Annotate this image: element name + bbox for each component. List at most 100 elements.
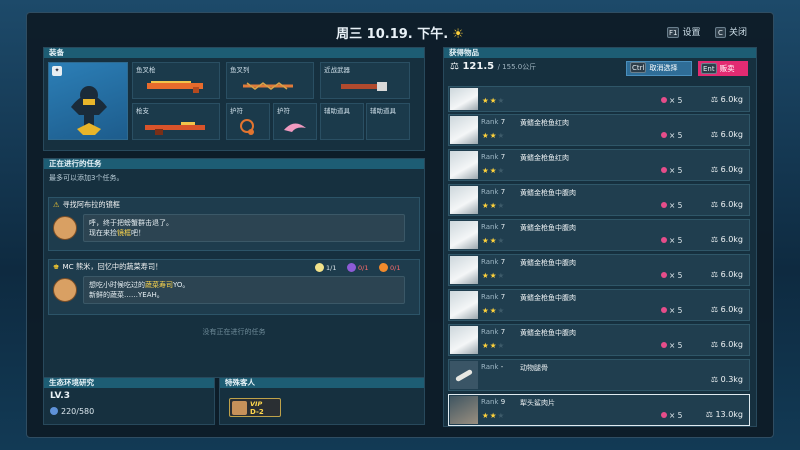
quantity-icon: [661, 97, 667, 103]
item-name: 犁头鲨肉片: [520, 399, 555, 407]
date-label: 周三 10.19. 下午.: [336, 27, 449, 42]
avatar: [53, 278, 77, 302]
item-quantity: × 5: [661, 236, 682, 245]
item-weight: ⚖ 13.0kg: [705, 410, 743, 419]
loot-item-row[interactable]: Rank 7 黄鳍金枪鱼红肉 ★★★ × 5 ⚖ 6.0kg: [448, 149, 750, 181]
cancel-key-hint: Ctrl: [630, 62, 647, 73]
item-quality-stars: ★★★: [482, 271, 506, 280]
item-quantity: × 5: [661, 166, 682, 175]
item-name: 黄鳍金枪鱼中腹肉: [520, 294, 576, 302]
fish-meat-thumbnail: [450, 116, 478, 144]
obtained-items-panel: 获得物品 ⚖ 121.5 / 155.0公斤 Ctrl 取消选择 Ent 贩卖 ★★…: [443, 47, 757, 427]
loot-item-row[interactable]: Rank 7 黄鳍金枪鱼中腹肉 ★★★ × 5 ⚖ 6.0kg: [448, 324, 750, 356]
item-quantity: × 5: [661, 271, 682, 280]
task-1-line-1: 呼，终于把螃蟹群击退了。: [89, 219, 173, 227]
task-2-line-2: 新鲜的蔬菜……YEAH。: [89, 291, 164, 299]
loot-item-row[interactable]: Rank 7 黄鳍金枪鱼中腹肉 ★★★ × 5 ⚖ 6.0kg: [448, 289, 750, 321]
fish-meat-thumbnail: [450, 151, 478, 179]
fish-meat-thumbnail: [450, 186, 478, 214]
ecology-research-panel[interactable]: 生态环境研究 LV.3 220/580: [43, 377, 215, 425]
task-2-line-1: 想吃小时候吃过的蔬菜寿司YO。: [89, 281, 190, 289]
loot-item-row[interactable]: Rank 7 黄鳍金枪鱼中腹肉 ★★★ × 5 ⚖ 6.0kg: [448, 184, 750, 216]
loot-item-row[interactable]: Rank 7 黄鳍金枪鱼中腹肉 ★★★ × 5 ⚖ 6.0kg: [448, 254, 750, 286]
item-name: 黄鳍金枪鱼中腹肉: [520, 259, 576, 267]
inventory-window: 周三 10.19. 下午.☀ F1设置 C关闭 装备 ✦ 鱼叉枪 鱼叉列: [26, 12, 774, 438]
gun-slot[interactable]: 枪支: [132, 103, 220, 140]
fish-meat-thumbnail: [450, 291, 478, 319]
item-name: 黄鳍金枪鱼中腹肉: [520, 189, 576, 197]
task-1-dialog: 呼，终于把螃蟹群击退了。 现在来捡镜框吧！: [83, 214, 405, 242]
close-button[interactable]: C 关闭: [715, 25, 747, 38]
item-weight: ⚖ 6.0kg: [710, 95, 743, 104]
special-guest-panel[interactable]: 特殊客人 VIP D-2: [219, 377, 425, 425]
item-quality-stars: ★★★: [482, 236, 506, 245]
tasks-title: 正在进行的任务: [44, 159, 424, 169]
melee-weapon-slot[interactable]: 近战武器: [320, 62, 410, 99]
item-quality-stars: ★★★: [482, 131, 506, 140]
loot-item-row[interactable]: Rank 9 犁头鲨肉片 ★★★ × 5 ⚖ 13.0kg: [448, 394, 750, 426]
harpoon-gun-label: 鱼叉枪: [136, 66, 156, 74]
quantity-icon: [661, 272, 667, 278]
item-rank: Rank 7: [481, 293, 506, 301]
item-weight: ⚖ 6.0kg: [710, 305, 743, 314]
task-1-title-text: 寻找阿布拉的镜框: [62, 200, 120, 209]
loot-item-row[interactable]: ★★★ × 5 ⚖ 6.0kg: [448, 86, 750, 112]
requirement-vegetable: 0/1: [347, 263, 368, 272]
item-quantity: × 5: [661, 96, 682, 105]
task-card-2[interactable]: ♚ MC 熊米，回忆中的蔬菜寿司！ 1/1 0/1 0/1 想吃小时候吃过的蔬菜寿…: [48, 259, 420, 315]
fish-meat-thumbnail: [450, 88, 478, 110]
character-equipment-slot[interactable]: ✦: [48, 62, 128, 140]
harpoon-gun-slot[interactable]: 鱼叉枪: [132, 62, 220, 99]
vip-guest-card[interactable]: VIP D-2: [229, 398, 281, 417]
loot-item-row[interactable]: Rank 7 黄鳍金枪鱼红肉 ★★★ × 5 ⚖ 6.0kg: [448, 114, 750, 146]
avatar: [53, 216, 77, 240]
item-name: 黄鳍金枪鱼红肉: [520, 119, 569, 127]
item-weight: ⚖ 0.3kg: [710, 375, 743, 384]
item-rank: Rank 7: [481, 258, 506, 266]
task-card-1[interactable]: ⚠ 寻找阿布拉的镜框 呼，终于把螃蟹群击退了。 现在来捡镜框吧！: [48, 197, 420, 251]
fish-meat-thumbnail: [450, 221, 478, 249]
requirement-carrot: 0/1: [379, 263, 400, 272]
charm-slot-2[interactable]: 护符: [273, 103, 317, 140]
settings-button[interactable]: F1 设置: [667, 25, 701, 38]
item-rank: Rank 7: [481, 188, 506, 196]
fish-meat-thumbnail: [450, 326, 478, 354]
item-quality-stars: ★★★: [482, 96, 506, 105]
harpoon-head-icon: [243, 82, 293, 90]
quantity-icon: [661, 202, 667, 208]
item-rank: Rank 7: [481, 118, 506, 126]
item-rank: Rank 9: [481, 398, 506, 406]
loot-item-row[interactable]: Rank 7 黄鳍金枪鱼中腹肉 ★★★ × 5 ⚖ 6.0kg: [448, 219, 750, 251]
support-item-slot-2[interactable]: 辅助道具: [366, 103, 410, 140]
quantity-icon: [661, 412, 667, 418]
sun-icon: ☀: [452, 27, 464, 42]
sell-button[interactable]: Ent 贩卖: [698, 61, 748, 76]
requirement-rice: 1/1: [315, 263, 336, 272]
task-2-dialog: 想吃小时候吃过的蔬菜寿司YO。 新鲜的蔬菜……YEAH。: [83, 276, 405, 304]
item-name: 动物腿骨: [520, 364, 548, 372]
charm-label-2: 护符: [277, 107, 290, 115]
item-name: 黄鳍金枪鱼中腹肉: [520, 224, 576, 232]
harpoon-head-label: 鱼叉列: [230, 66, 250, 74]
quantity-icon: [661, 307, 667, 313]
melee-weapon-label: 近战武器: [324, 66, 350, 74]
support-item-slot-1[interactable]: 辅助道具: [320, 103, 364, 140]
harpoon-head-slot[interactable]: 鱼叉列: [226, 62, 314, 99]
charm-slot-1[interactable]: 护符: [226, 103, 270, 140]
item-rank: Rank 7: [481, 328, 506, 336]
loot-item-row[interactable]: Rank - 动物腿骨 ⚖ 0.3kg: [448, 359, 750, 391]
top-bar: 周三 10.19. 下午. ☀ F1 设置 C 关闭: [27, 13, 773, 49]
item-weight: ⚖ 6.0kg: [710, 130, 743, 139]
sell-key-hint: Ent: [701, 63, 717, 74]
alert-icon: ⚠: [53, 200, 60, 209]
support-item-label-1: 辅助道具: [324, 107, 350, 115]
task-2-title-text: MC 熊米，回忆中的蔬菜寿司！: [62, 262, 163, 271]
sell-label: 贩卖: [719, 64, 735, 73]
item-weight: ⚖ 6.0kg: [710, 270, 743, 279]
item-quality-stars: ★★★: [482, 166, 506, 175]
task-1-title: ⚠ 寻找阿布拉的镜框: [49, 198, 419, 209]
cancel-selection-label: 取消选择: [649, 64, 678, 72]
no-task-text: 没有正在进行的任务: [202, 328, 266, 336]
cancel-selection-button[interactable]: Ctrl 取消选择: [626, 61, 692, 76]
close-key-hint: C: [715, 27, 726, 38]
